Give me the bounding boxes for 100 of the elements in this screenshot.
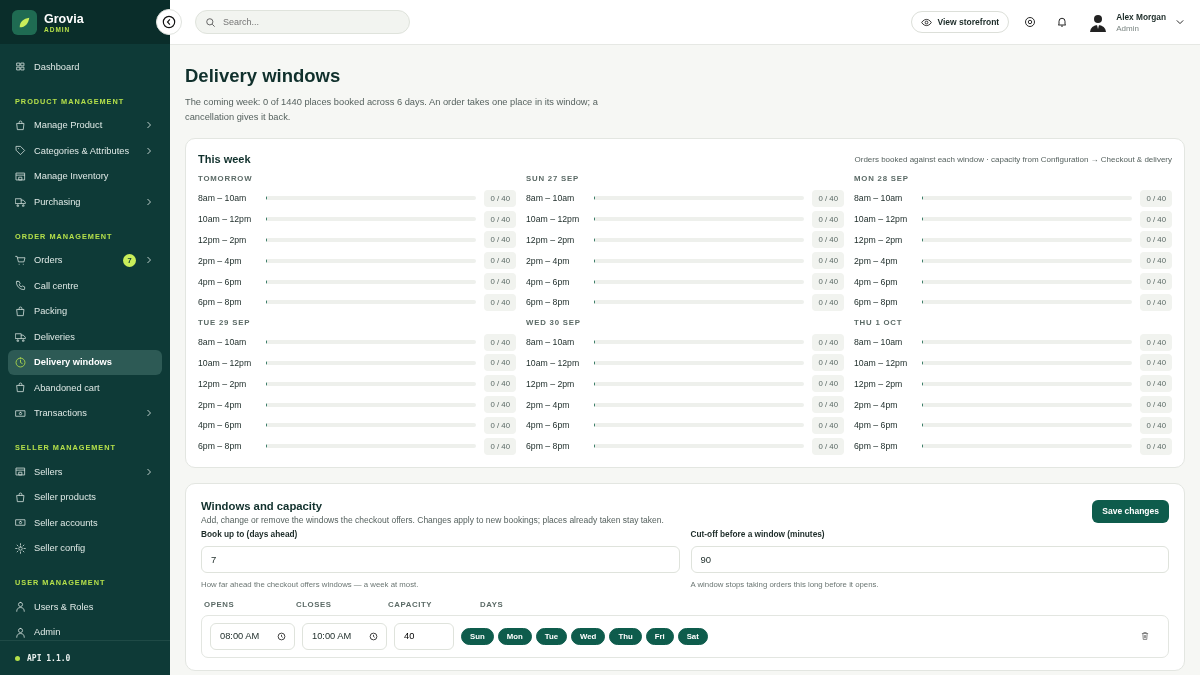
- brand-name: Grovia: [44, 11, 84, 26]
- store-icon: [15, 170, 26, 182]
- card-title: Windows and capacity: [201, 499, 324, 512]
- truck-icon: [15, 331, 26, 342]
- slot-time: 8am – 10am: [198, 337, 248, 348]
- search-field[interactable]: Search...: [195, 10, 410, 34]
- clock-icon: [277, 631, 286, 641]
- field-label: Book up to (days ahead): [201, 528, 299, 539]
- sidebar-item[interactable]: Seller accounts: [8, 510, 162, 535]
- sidebar-item[interactable]: Sellers: [8, 459, 162, 484]
- eye-icon: [921, 16, 933, 28]
- bag-icon: [15, 305, 26, 317]
- sidebar-item[interactable]: Packing: [8, 298, 162, 324]
- slot-time: 10am – 12pm: [526, 214, 581, 225]
- sidebar-item[interactable]: Seller config: [8, 535, 162, 561]
- card-note: Orders booked against each window · capacity from Configuration → Checkout & delivery: [854, 154, 1172, 164]
- bag-icon: [15, 382, 26, 393]
- item-label: Manage Product: [34, 120, 104, 130]
- slot-time: 12pm – 2pm: [526, 235, 576, 245]
- slot-time: 10am – 12pm: [854, 357, 909, 368]
- sidebar-item[interactable]: Manage Inventory: [8, 163, 162, 189]
- slot-time: 12pm – 2pm: [854, 378, 904, 389]
- sidebar-item[interactable]: Categories & Attributes: [8, 138, 162, 163]
- sidebar-item[interactable]: Seller products: [8, 484, 162, 510]
- slot-time: 12pm – 2pm: [526, 378, 576, 389]
- sidebar-item[interactable]: Deliveries: [8, 324, 162, 349]
- item-label: Seller products: [34, 492, 97, 502]
- item-label: Call centre: [34, 280, 80, 291]
- slot-time: 12pm – 2pm: [854, 235, 904, 245]
- user-name: Alex Morgan: [1116, 11, 1166, 22]
- slot-time: 10am – 12pm: [526, 357, 581, 368]
- capacity-field[interactable]: 40: [394, 622, 454, 650]
- sidebar-item[interactable]: Call centre: [8, 273, 162, 298]
- settings-icon[interactable]: [1024, 16, 1037, 28]
- grid-icon: [15, 61, 26, 72]
- input-field[interactable]: 7: [201, 545, 680, 573]
- avatar-icon: [1088, 12, 1109, 32]
- time-field[interactable]: 08:00 AM: [210, 622, 295, 650]
- slot-time: 8am – 10am: [854, 193, 904, 204]
- bag-icon: [15, 119, 26, 131]
- sidebar-item[interactable]: Admin: [8, 619, 162, 640]
- slot-time: 2pm – 4pm: [198, 255, 243, 266]
- slot-time: 8am – 10am: [526, 337, 576, 348]
- cash-icon: [15, 517, 26, 528]
- cart-icon: [15, 254, 26, 266]
- storefront-button[interactable]: View storefront: [911, 11, 1010, 33]
- leaf-logo-icon: [12, 9, 37, 35]
- slot-time: 4pm – 6pm: [198, 420, 243, 431]
- store-icon: [15, 466, 26, 477]
- sidebar-item[interactable]: Dashboard: [8, 54, 162, 79]
- slot-time: 10am – 12pm: [198, 214, 253, 225]
- item-label: Packing: [34, 306, 69, 316]
- sidebar-item[interactable]: Abandoned cart: [8, 375, 162, 400]
- sidebar-item[interactable]: Delivery windows: [8, 349, 162, 375]
- bag-icon: [15, 491, 26, 503]
- sidebar-item[interactable]: Manage Product: [8, 112, 162, 138]
- slot-time: 6pm – 8pm: [198, 297, 243, 308]
- slot-time: 4pm – 6pm: [854, 276, 899, 287]
- item-label: Delivery windows: [34, 357, 114, 367]
- user-icon: [15, 626, 26, 638]
- item-label: Admin: [34, 627, 62, 637]
- slot-time: 8am – 10am: [198, 193, 248, 204]
- slot-time: 2pm – 4pm: [854, 255, 899, 266]
- slot-time: 4pm – 6pm: [854, 420, 899, 431]
- save-button[interactable]: Save changes: [1092, 499, 1169, 523]
- page-intro: The coming week: 0 of 1440 places booked across 6 days. An order takes one place in its window; a cancellation gives it back.: [185, 96, 599, 124]
- sidebar-item[interactable]: Users & Roles: [8, 594, 162, 619]
- sidebar-item[interactable]: Purchasing: [8, 189, 162, 214]
- card-description: Add, change or remove the windows the checkout offers. Changes apply to new bookings; places already taken stay taken.: [201, 514, 664, 525]
- status-dot: [15, 655, 20, 661]
- phone-icon: [15, 280, 26, 291]
- slot-time: 4pm – 6pm: [526, 276, 571, 287]
- search-icon: [205, 16, 216, 28]
- time-field[interactable]: 10:00 AM: [302, 622, 387, 650]
- slot-time: 2pm – 4pm: [854, 399, 899, 410]
- cash-icon: [15, 407, 26, 419]
- chevron-down-icon[interactable]: [1176, 19, 1184, 25]
- item-label: Transactions: [34, 408, 88, 418]
- gear-icon: [15, 542, 26, 554]
- item-label: Users & Roles: [34, 601, 95, 612]
- slot-time: 6pm – 8pm: [854, 297, 899, 308]
- slot-time: 10am – 12pm: [198, 357, 253, 368]
- user-role: Admin: [1116, 23, 1140, 33]
- item-label: Sellers: [34, 466, 64, 477]
- bell-icon[interactable]: [1056, 16, 1069, 28]
- user-icon: [15, 601, 26, 612]
- slot-time: 6pm – 8pm: [198, 441, 243, 452]
- page-title: Delivery windows: [185, 64, 342, 88]
- truck-icon: [15, 196, 26, 207]
- item-label: Manage Inventory: [34, 171, 110, 181]
- slot-time: 6pm – 8pm: [526, 297, 571, 308]
- trash-icon[interactable]: [1140, 631, 1150, 642]
- item-label: Seller accounts: [34, 517, 99, 528]
- item-label: Deliveries: [34, 331, 76, 342]
- item-label: Categories & Attributes: [34, 145, 131, 156]
- input-field[interactable]: 90: [690, 545, 1169, 573]
- field-label: Cut-off before a window (minutes): [690, 528, 826, 539]
- slot-time: 2pm – 4pm: [526, 399, 571, 410]
- sidebar-item[interactable]: Transactions: [8, 400, 162, 426]
- item-label: Purchasing: [34, 196, 82, 207]
